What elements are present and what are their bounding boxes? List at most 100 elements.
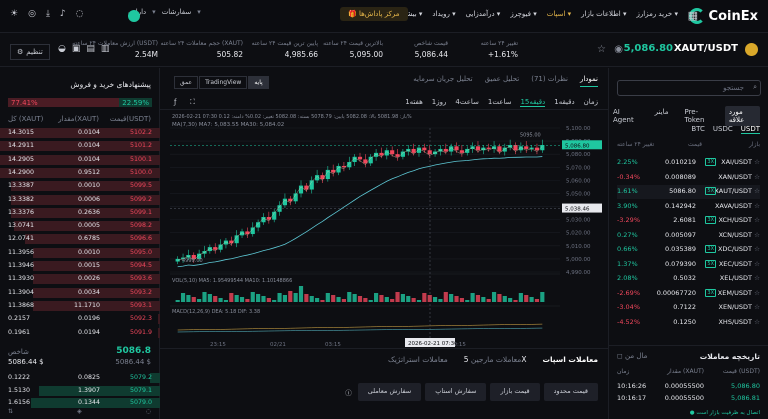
ask-row[interactable]: 5102.2 0.0104 14.3015 bbox=[0, 128, 160, 138]
market-row[interactable]: XEL/USDT ☆ 0.5032 2.08% bbox=[617, 272, 760, 286]
market-cat-2[interactable]: ماینر bbox=[651, 106, 673, 126]
notice-icon[interactable]: ◈ bbox=[77, 408, 82, 415]
chat-icon[interactable]: ◌ bbox=[76, 9, 84, 19]
favorite-star-icon[interactable]: ☆ bbox=[754, 231, 760, 239]
market-row[interactable]: XEN/USDT ☆ 0.7122 -3.04% bbox=[617, 301, 760, 315]
ask-row[interactable]: 5099.5 0.0010 13.3387 bbox=[0, 181, 160, 192]
bell-icon[interactable]: ♪ bbox=[60, 9, 66, 19]
market-cat-3[interactable]: AI Agent bbox=[609, 106, 643, 126]
ask-row[interactable]: 5101.2 0.0104 14.2911 bbox=[0, 141, 160, 152]
favorite-star-icon[interactable]: ☆ bbox=[754, 202, 760, 210]
timeframe-4[interactable]: 4ساعت bbox=[455, 98, 479, 107]
fullscreen-icon[interactable]: ⛶ bbox=[190, 98, 195, 107]
tab-chart[interactable]: نمودار bbox=[579, 75, 598, 87]
market-row[interactable]: XEC/USDT ☆ 5X 0.079390 1.37% bbox=[617, 258, 760, 272]
market-row[interactable]: XAUT/USDT ☆ 5X 5086.80 1.61% bbox=[617, 185, 760, 199]
market-row[interactable]: XAVA/USDT ☆ 0.142942 3.90% bbox=[617, 200, 760, 214]
view-1[interactable]: TradingView bbox=[199, 76, 248, 89]
ask-row[interactable]: 5092.3 0.0196 0.2157 bbox=[0, 314, 160, 325]
ask-row[interactable]: 5091.9 0.0194 0.1961 bbox=[0, 327, 160, 338]
market-cat-1[interactable]: Pre-Token bbox=[680, 106, 716, 126]
bid-row[interactable]: 5079.1 1.3907 1.5130 bbox=[0, 385, 160, 396]
timeframe-5[interactable]: 1روز bbox=[432, 98, 447, 107]
coin-info-icon[interactable]: ◉ bbox=[614, 44, 623, 55]
trade-tab-0[interactable]: معاملات اسپات bbox=[542, 355, 598, 364]
avatar[interactable] bbox=[128, 10, 140, 22]
ask-row[interactable]: 5093.6 0.0026 11.3930 bbox=[0, 274, 160, 285]
menu-item-3[interactable]: فیوچرز ▾ bbox=[510, 10, 536, 18]
download-icon[interactable]: ⤓ bbox=[46, 9, 50, 19]
ask-row[interactable]: 5095.0 0.0010 11.3956 bbox=[0, 247, 160, 258]
view-2[interactable]: پایه bbox=[248, 76, 269, 89]
favorite-star-icon[interactable]: ☆ bbox=[754, 274, 760, 282]
favorite-star-icon[interactable]: ☆ bbox=[754, 260, 760, 268]
order-type-3[interactable]: سفارش معاملی bbox=[357, 383, 422, 401]
ask-row[interactable]: 5099.1 0.2636 13.3376 bbox=[0, 207, 160, 218]
market-row[interactable]: XDC/USDT ☆ 3X 0.035389 0.66% bbox=[617, 243, 760, 257]
timeframe-1[interactable]: 1دقیقه bbox=[554, 98, 574, 107]
menu-item-2[interactable]: اسپات ▾ bbox=[547, 10, 571, 18]
favorite-star-icon[interactable]: ☆ bbox=[597, 44, 606, 55]
market-row[interactable]: XAN/USDT ☆ 0.008089 -0.34% bbox=[617, 171, 760, 185]
chat-bubble-icon[interactable]: ◌ bbox=[146, 408, 151, 415]
market-row[interactable]: XCN/USDT ☆ 0.005097 0.27% bbox=[617, 229, 760, 243]
quote-btc[interactable]: BTC bbox=[691, 125, 705, 134]
trade-tab-2[interactable]: معاملات استراتژیک bbox=[388, 355, 448, 364]
timeframe-0[interactable]: زمان bbox=[584, 98, 598, 107]
tab-comments[interactable]: نظرات (71) bbox=[531, 75, 568, 87]
menu-item-0[interactable]: خرید رمزارز ▾ bbox=[637, 10, 679, 18]
market-cat-0[interactable]: مورد علاقه bbox=[724, 106, 760, 126]
globe-icon[interactable]: ◎ bbox=[28, 9, 36, 19]
ask-row[interactable]: 5093.2 0.0034 11.3904 bbox=[0, 287, 160, 298]
ask-row[interactable]: 5093.1 11.1710 11.3868 bbox=[0, 300, 160, 311]
layout-1-icon[interactable]: ◒ bbox=[58, 44, 66, 54]
market-search-input[interactable]: جستجو ⌕ bbox=[617, 80, 761, 96]
reward-center-button[interactable]: 🎁 مرکز پاداش‌ها bbox=[340, 7, 408, 21]
favorite-star-icon[interactable]: ☆ bbox=[754, 187, 760, 195]
favorite-star-icon[interactable]: ☆ bbox=[754, 245, 760, 253]
ask-row[interactable]: 5098.2 0.0005 13.0741 bbox=[0, 221, 160, 232]
order-type-1[interactable]: قیمت بازار bbox=[490, 383, 540, 401]
quote-usdt[interactable]: USDT bbox=[740, 125, 760, 134]
orders-menu[interactable]: سفارشات bbox=[162, 8, 192, 16]
menu-item-5[interactable]: رویداد ▾ bbox=[432, 10, 455, 18]
view-0[interactable]: عمق bbox=[174, 76, 199, 89]
reverse-icon[interactable]: ⇅ bbox=[8, 408, 13, 415]
bid-row[interactable]: 5079.0 0.1344 1.6156 bbox=[0, 398, 160, 408]
settings-button[interactable]: ⚙ تنظیم bbox=[10, 44, 50, 60]
symbol-selector[interactable]: XAUT/USDT bbox=[674, 43, 738, 54]
ask-row[interactable]: 5099.2 0.0006 13.3382 bbox=[0, 194, 160, 205]
info-icon[interactable]: ⓘ bbox=[343, 383, 354, 401]
candlestick-chart[interactable]: 5,100.005,090.005,080.005,070.005,060.00… bbox=[160, 112, 608, 350]
my-trades-toggle[interactable]: ◻ مال من bbox=[617, 352, 647, 360]
ask-row[interactable]: 5100.0 0.9512 14.2900 bbox=[0, 167, 160, 178]
timeframe-2[interactable]: 15دقیقه bbox=[520, 98, 546, 107]
favorite-star-icon[interactable]: ☆ bbox=[754, 158, 760, 166]
trade-tab-1[interactable]: معاملات مارجین 5X bbox=[464, 355, 527, 364]
tab-chart-1[interactable]: تحلیل عمیق bbox=[485, 75, 520, 87]
bid-row[interactable]: 5079.2 0.0825 0.1222 bbox=[0, 373, 160, 383]
market-row[interactable]: XEM/USDT ☆ 3X 0.00067720 -2.69% bbox=[617, 287, 760, 301]
indicator-icon[interactable]: ƒ bbox=[174, 98, 176, 106]
menu-item-1[interactable]: اطلاعات بازار ▾ bbox=[581, 10, 626, 18]
ask-row[interactable]: 5096.6 0.6785 12.0741 bbox=[0, 234, 160, 245]
tab-chart-2[interactable]: تحلیل جریان سرمایه bbox=[413, 75, 472, 87]
quote-usdc[interactable]: USDC bbox=[713, 125, 733, 134]
market-row[interactable]: XAI/USDT ☆ 3X 0.010219 2.25% bbox=[617, 156, 760, 170]
ask-row[interactable]: 5094.5 0.0015 11.3946 bbox=[0, 261, 160, 271]
favorite-star-icon[interactable]: ☆ bbox=[754, 173, 760, 181]
favorite-star-icon[interactable]: ☆ bbox=[754, 303, 760, 311]
order-type-0[interactable]: قیمت محدود bbox=[543, 383, 598, 401]
theme-icon[interactable]: ☀ bbox=[10, 9, 18, 19]
order-type-2[interactable]: سفارش استاپ bbox=[425, 383, 487, 401]
coinex-logo[interactable]: CoinEx bbox=[688, 8, 758, 24]
timeframe-3[interactable]: 1ساعت bbox=[488, 98, 512, 107]
apps-grid-icon[interactable]: ▦ bbox=[688, 9, 698, 22]
favorite-star-icon[interactable]: ☆ bbox=[754, 318, 760, 326]
favorite-star-icon[interactable]: ☆ bbox=[754, 216, 760, 224]
market-row[interactable]: XCH/USDT ☆ 3X 2.6081 -3.29% bbox=[617, 214, 760, 228]
market-row[interactable]: XHS/USDT ☆ 0.1250 -4.52% bbox=[617, 316, 760, 330]
ask-row[interactable]: 5100.1 0.0104 14.2905 bbox=[0, 154, 160, 165]
timeframe-6[interactable]: 1هفته bbox=[405, 98, 423, 107]
favorite-star-icon[interactable]: ☆ bbox=[754, 289, 760, 297]
